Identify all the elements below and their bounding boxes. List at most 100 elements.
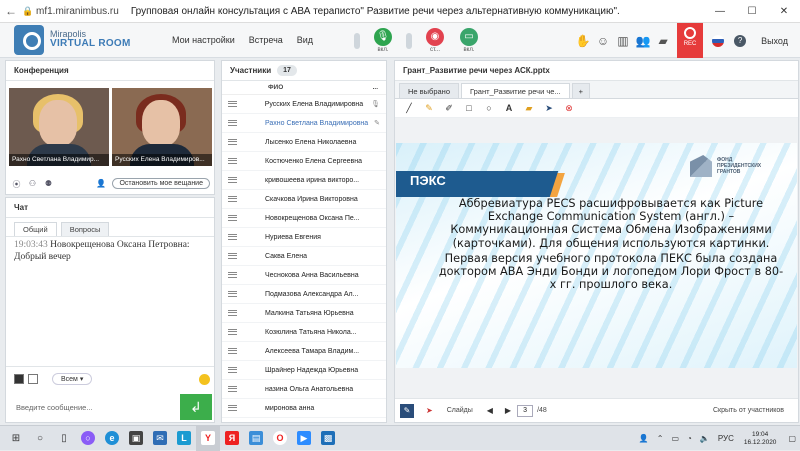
- users-icon[interactable]: 👥: [633, 34, 653, 48]
- lock-icon[interactable]: 🔒: [22, 6, 34, 17]
- clock[interactable]: 19:04 16.12.2020: [744, 431, 777, 447]
- microphone-icon[interactable]: 🎙: [374, 28, 392, 46]
- record-button[interactable]: REC: [677, 23, 704, 58]
- raise-hand-icon[interactable]: ✋: [573, 34, 593, 48]
- participant-row[interactable]: Шрайнер Надежда Юрьевна: [222, 361, 386, 380]
- pen-tool-icon[interactable]: ✎: [400, 403, 414, 418]
- files-icon[interactable]: ▤: [244, 426, 268, 451]
- menu-icon[interactable]: [228, 234, 237, 240]
- presenter-icon[interactable]: ✎: [374, 119, 380, 127]
- rectangle-icon[interactable]: □: [459, 103, 479, 113]
- text-tool-icon[interactable]: A: [499, 103, 519, 113]
- folder-icon[interactable]: ▰: [653, 34, 673, 48]
- volume-icon[interactable]: 🔈: [700, 434, 710, 443]
- mic-level-toggle[interactable]: [354, 32, 360, 49]
- windows-start-icon[interactable]: ⊞: [4, 426, 28, 451]
- emoji-icon[interactable]: ☺: [593, 34, 613, 48]
- language-indicator[interactable]: РУС: [718, 434, 734, 443]
- video-tile[interactable]: Рахно Светлана Владимир...: [9, 88, 109, 166]
- help-icon[interactable]: ?: [734, 34, 747, 47]
- pointer-icon[interactable]: ➤: [539, 103, 559, 114]
- marker-icon[interactable]: ✐: [439, 103, 459, 114]
- microphone-icon[interactable]: 🎙: [371, 100, 380, 108]
- participant-row[interactable]: Лысенко Елена Николаевна: [222, 133, 386, 152]
- emoji-icon[interactable]: [199, 373, 210, 385]
- menu-icon[interactable]: [228, 367, 237, 373]
- menu-icon[interactable]: [228, 177, 237, 183]
- video-tile[interactable]: Русских Елена Владимиров...: [112, 88, 212, 166]
- mail-icon[interactable]: ✉: [148, 426, 172, 451]
- participant-row[interactable]: Скачкова Ирина Викторовна: [222, 190, 386, 209]
- menu-icon[interactable]: [228, 329, 237, 335]
- pointer-tool-icon[interactable]: ➤: [426, 406, 433, 415]
- column-menu[interactable]: ...: [373, 81, 378, 94]
- participant-row[interactable]: Малкина Татьяна Юрьевна: [222, 304, 386, 323]
- close-window-button[interactable]: ✕: [768, 0, 800, 23]
- network-icon[interactable]: ◔: [687, 434, 692, 443]
- next-slide-button[interactable]: ▶: [505, 406, 511, 415]
- address-bar[interactable]: mf1.miranimbus.ru: [36, 6, 119, 17]
- screen-share-icon[interactable]: ▭: [460, 28, 478, 46]
- menu-icon[interactable]: [228, 310, 237, 316]
- menu-icon[interactable]: [228, 215, 237, 221]
- ellipse-icon[interactable]: ○: [479, 103, 499, 113]
- tab-questions[interactable]: Вопросы: [60, 222, 110, 236]
- camera-level-toggle[interactable]: [406, 32, 412, 49]
- menu-icon[interactable]: [228, 196, 237, 202]
- text-color-icon[interactable]: [14, 374, 24, 384]
- participant-row[interactable]: миронова анна: [222, 399, 386, 418]
- participant-row[interactable]: Новокрещенова Оксана Пе...: [222, 209, 386, 228]
- panel-splitter[interactable]: [388, 60, 393, 423]
- participant-row[interactable]: Козюлина Татьяна Никола...: [222, 323, 386, 342]
- yandex-browser-icon[interactable]: Y: [196, 425, 220, 451]
- store-icon[interactable]: ▣: [124, 426, 148, 451]
- screen-share-control[interactable]: ▭ вкл.: [452, 28, 486, 53]
- participant-row[interactable]: кривошеева ирина викторо...: [222, 171, 386, 190]
- maximize-button[interactable]: ☐: [736, 0, 768, 23]
- menu-icon[interactable]: [228, 386, 237, 392]
- tab-presentation[interactable]: Грант_Развитие речи че...: [461, 83, 570, 98]
- menu-icon[interactable]: [228, 405, 237, 411]
- column-fio[interactable]: ФИО: [268, 81, 283, 94]
- pen-icon[interactable]: ╱: [399, 103, 419, 114]
- back-arrow-icon[interactable]: ←: [0, 4, 22, 18]
- participant-row[interactable]: Саква Елена: [222, 247, 386, 266]
- menu-icon[interactable]: [228, 120, 237, 126]
- l-app-icon[interactable]: L: [172, 426, 196, 451]
- menu-icon[interactable]: [228, 348, 237, 354]
- participant-row[interactable]: Костюченко Елена Сергеевна: [222, 152, 386, 171]
- exit-button[interactable]: Выход: [761, 36, 788, 46]
- alice-icon[interactable]: ○: [76, 426, 100, 451]
- camera-control[interactable]: ◉ ст...: [418, 28, 452, 53]
- users-video-icon[interactable]: ⚉: [42, 179, 55, 189]
- camera-icon[interactable]: ◉: [426, 28, 444, 46]
- menu-icon[interactable]: [228, 291, 237, 297]
- pencil-icon[interactable]: ✎: [419, 103, 439, 114]
- menu-view[interactable]: Вид: [297, 35, 313, 45]
- prev-slide-button[interactable]: ◀: [487, 406, 493, 415]
- photos-icon[interactable]: ▩: [316, 426, 340, 451]
- russian-flag-icon[interactable]: [712, 34, 725, 47]
- tab-not-selected[interactable]: Не выбрано: [399, 83, 459, 98]
- menu-icon[interactable]: [228, 158, 237, 164]
- participant-row[interactable]: Подмазова Александра Ал...: [222, 285, 386, 304]
- highlighter-icon[interactable]: ▰: [519, 103, 539, 114]
- participant-row[interactable]: назина Ольга Анатольевна: [222, 380, 386, 399]
- minimize-button[interactable]: —: [704, 0, 736, 23]
- participant-row[interactable]: Рахно Светлана Владимировна ✎: [222, 114, 386, 133]
- stop-broadcast-button[interactable]: Остановить мое вещание: [112, 178, 210, 189]
- menu-icon[interactable]: [228, 272, 237, 278]
- yandex-icon[interactable]: Я: [220, 426, 244, 451]
- menu-meeting[interactable]: Встреча: [249, 35, 283, 45]
- opera-icon[interactable]: O: [268, 426, 292, 451]
- slide-area[interactable]: ПЭКС ФОНД ПРЕЗИДЕНТСКИХ ГРАНТОВ Аббревиа…: [395, 118, 798, 398]
- battery-icon[interactable]: ▭: [671, 434, 679, 443]
- slides-label[interactable]: Слайды: [447, 407, 473, 414]
- page-number-input[interactable]: 3: [517, 404, 534, 417]
- notifications-icon[interactable]: ▢: [788, 434, 796, 443]
- user-video-icon[interactable]: ⚇: [26, 179, 39, 189]
- search-icon[interactable]: ○: [28, 426, 52, 451]
- participant-row[interactable]: Русских Елена Владимировна 🎙: [222, 95, 386, 114]
- webcam-icon[interactable]: ⦿: [10, 179, 23, 189]
- clear-icon[interactable]: ⊗: [559, 103, 579, 114]
